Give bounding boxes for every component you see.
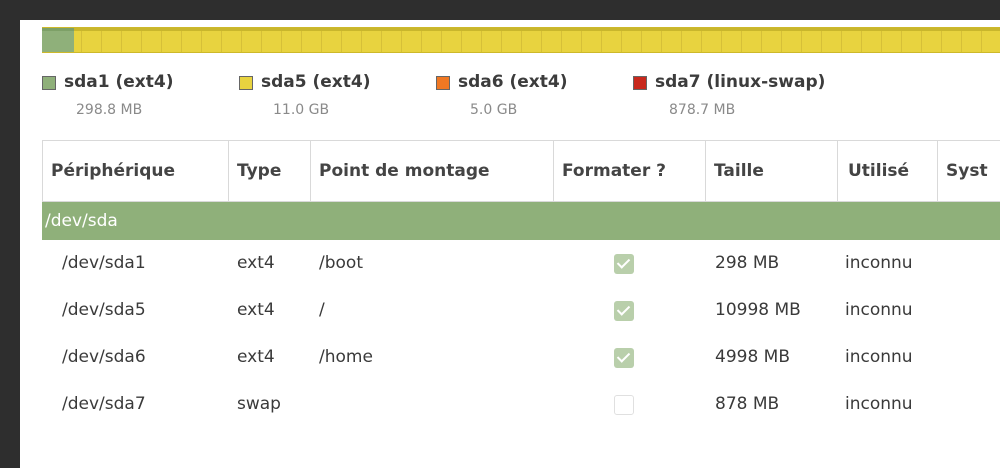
cell-used: inconnu <box>845 347 913 367</box>
legend-swatch-sda5 <box>239 76 253 90</box>
cell-mount: /home <box>319 347 373 367</box>
cell-type: ext4 <box>237 347 275 367</box>
format-checkbox[interactable] <box>614 348 634 368</box>
legend-label: sda6 (ext4) <box>458 72 568 92</box>
legend-label: sda7 (linux-swap) <box>655 72 826 92</box>
column-header-format[interactable]: Formater ? <box>553 141 705 201</box>
cell-type: ext4 <box>237 253 275 273</box>
legend-size: 298.8 MB <box>76 102 143 118</box>
legend-label: sda1 (ext4) <box>64 72 174 92</box>
partition-bar[interactable] <box>42 27 1000 53</box>
table-row[interactable]: /dev/sda1 ext4 /boot 298 MB inconnu <box>42 240 1000 287</box>
column-header-device[interactable]: Périphérique <box>42 141 228 201</box>
cell-type: ext4 <box>237 300 275 320</box>
table-row[interactable]: /dev/sda7 swap 878 MB inconnu <box>42 381 1000 428</box>
legend-swatch-sda1 <box>42 76 56 90</box>
legend-size: 11.0 GB <box>273 102 330 118</box>
format-checkbox[interactable] <box>614 254 634 274</box>
cell-device: /dev/sda6 <box>62 347 146 367</box>
cell-size: 878 MB <box>715 394 780 414</box>
device-row-sda[interactable]: /dev/sda <box>42 202 1000 240</box>
table-header: Périphérique Type Point de montage Forma… <box>42 140 1000 202</box>
table-row[interactable]: /dev/sda6 ext4 /home 4998 MB inconnu <box>42 334 1000 381</box>
legend-size: 878.7 MB <box>669 102 736 118</box>
cell-mount: /boot <box>319 253 363 273</box>
cell-mount: / <box>319 300 325 320</box>
table-row[interactable]: /dev/sda5 ext4 / 10998 MB inconnu <box>42 287 1000 334</box>
partition-bar-border <box>42 28 1000 31</box>
column-header-type[interactable]: Type <box>228 141 310 201</box>
column-header-mount-point[interactable]: Point de montage <box>310 141 553 201</box>
cell-used: inconnu <box>845 300 913 320</box>
cell-device: /dev/sda5 <box>62 300 146 320</box>
legend-swatch-sda6 <box>436 76 450 90</box>
format-checkbox[interactable] <box>614 395 634 415</box>
column-header-system[interactable]: Syst <box>937 141 1000 201</box>
legend-swatch-sda7 <box>633 76 647 90</box>
partition-bar-sda1-segment[interactable] <box>42 28 74 52</box>
column-header-used[interactable]: Utilisé <box>837 141 937 201</box>
cell-size: 4998 MB <box>715 347 790 367</box>
legend-size: 5.0 GB <box>470 102 518 118</box>
cell-device: /dev/sda1 <box>62 253 146 273</box>
cell-size: 298 MB <box>715 253 780 273</box>
cell-used: inconnu <box>845 253 913 273</box>
legend-label: sda5 (ext4) <box>261 72 371 92</box>
cell-size: 10998 MB <box>715 300 801 320</box>
format-checkbox[interactable] <box>614 301 634 321</box>
cell-device: /dev/sda7 <box>62 394 146 414</box>
cell-type: swap <box>237 394 281 414</box>
cell-used: inconnu <box>845 394 913 414</box>
partition-table: Périphérique Type Point de montage Forma… <box>42 140 1000 428</box>
column-header-size[interactable]: Taille <box>705 141 837 201</box>
partition-panel: sda1 (ext4) 298.8 MB sda5 (ext4) 11.0 GB… <box>20 20 1000 468</box>
